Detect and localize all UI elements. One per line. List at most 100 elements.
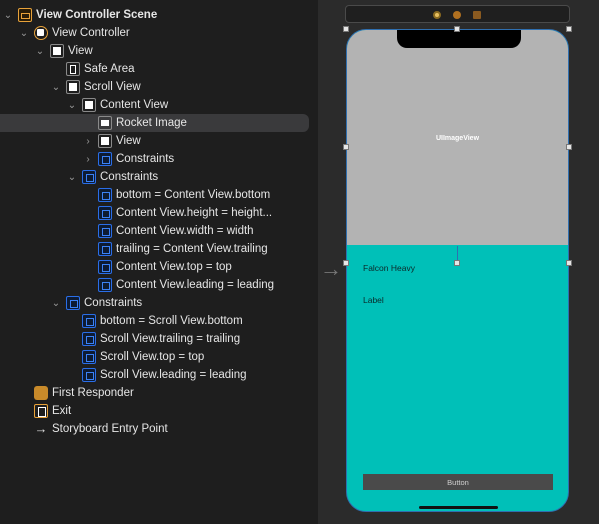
chevron-down-icon[interactable]: ⌄ (66, 100, 78, 111)
outline-item[interactable]: ⌄ Content View (0, 96, 318, 114)
constraints-icon (66, 296, 80, 310)
outline-item-label: View Controller (52, 27, 130, 39)
title-label[interactable]: Falcon Heavy (363, 263, 415, 273)
home-indicator (419, 506, 498, 509)
outline-item[interactable]: ⌄ View Controller (0, 24, 318, 42)
outline-item[interactable]: ›bottom = Content View.bottom (0, 186, 318, 204)
outline-item-label: View (116, 135, 141, 147)
outline-item[interactable]: ›Safe Area (0, 60, 318, 78)
outline-item[interactable]: ⌄ Scroll View (0, 78, 318, 96)
rocket-image-view[interactable]: UIImageView (347, 30, 568, 245)
outline-item[interactable]: ›Content View.top = top (0, 258, 318, 276)
document-outline: ⌄ View Controller Scene ⌄ View Controller ⌄ V… (0, 0, 318, 524)
outline-item[interactable]: ›Scroll View.leading = leading (0, 366, 318, 384)
chevron-down-icon[interactable]: ⌄ (2, 10, 14, 21)
view-icon (82, 98, 96, 112)
outline-item-label: Safe Area (84, 63, 135, 75)
outline-item[interactable]: ›Content View.width = width (0, 222, 318, 240)
outline-item-label: Constraints (84, 297, 143, 309)
view-icon (50, 44, 64, 58)
outline-item-label: Content View.width = width (116, 225, 254, 237)
chevron-down-icon[interactable]: ⌄ (50, 82, 62, 93)
constraint-icon (82, 314, 96, 328)
resize-handle-left[interactable] (343, 144, 349, 150)
action-button[interactable]: Button (363, 474, 553, 490)
view-icon (98, 134, 112, 148)
outline-item-label: Scroll View.top = top (100, 351, 205, 363)
outline-item-label: First Responder (52, 387, 134, 399)
entry-arrow-icon: → (34, 421, 48, 436)
outline-item[interactable]: ›Rocket Image (0, 114, 318, 132)
resize-handle-bottom-right[interactable] (566, 260, 572, 266)
outline-item[interactable]: ›trailing = Content View.trailing (0, 240, 318, 258)
outline-item-label: Content View.top = top (116, 261, 232, 273)
outline-item-label: View Controller Scene (36, 9, 158, 21)
outline-item[interactable]: ⌄ Constraints (0, 168, 318, 186)
resize-handle-top[interactable] (454, 26, 460, 32)
entry-point-arrow-icon: → (320, 256, 342, 281)
outline-item[interactable]: ⌄ View Controller Scene (0, 6, 318, 24)
constraints-icon (82, 170, 96, 184)
outline-item[interactable]: ›Scroll View.trailing = trailing (0, 330, 318, 348)
constraint-icon (82, 368, 96, 382)
outline-item[interactable]: ›Content View.height = height... (0, 204, 318, 222)
resize-handle-bottom-left[interactable] (343, 260, 349, 266)
outline-item-label: bottom = Scroll View.bottom (100, 315, 243, 327)
outline-item-label: Content View.height = height... (116, 207, 273, 219)
scroll-view-icon (66, 80, 80, 94)
outline-item-label: Exit (52, 405, 72, 417)
first-responder-icon (34, 386, 48, 400)
outline-item[interactable]: ⌄ View (0, 42, 318, 60)
resize-handle-top-left[interactable] (343, 26, 349, 32)
outline-item-label: Scroll View (84, 81, 141, 93)
exit-dock-icon[interactable] (473, 11, 481, 19)
outline-item-label: Scroll View.trailing = trailing (100, 333, 241, 345)
outline-item-label: trailing = Content View.trailing (116, 243, 268, 255)
chevron-down-icon[interactable]: ⌄ (66, 172, 78, 183)
outline-item[interactable]: ⌄ Constraints (0, 294, 318, 312)
outline-item-label: Constraints (100, 171, 159, 183)
constraint-icon (98, 224, 112, 238)
outline-item[interactable]: ›Scroll View.top = top (0, 348, 318, 366)
constraint-icon (98, 206, 112, 220)
outline-item-label: Rocket Image (116, 117, 187, 129)
view-controller-canvas[interactable]: UIImageView Falcon Heavy Label Button (346, 29, 569, 512)
outline-item[interactable]: ›Content View.leading = leading (0, 276, 318, 294)
image-view-placeholder-label: UIImageView (435, 135, 480, 142)
constraint-icon (82, 350, 96, 364)
chevron-right-icon[interactable]: › (82, 154, 94, 165)
constraint-icon (98, 278, 112, 292)
outline-item[interactable]: ›Exit (0, 402, 318, 420)
resize-handle-top-right[interactable] (566, 26, 572, 32)
safe-area-icon (66, 62, 80, 76)
resize-handle-right[interactable] (566, 144, 572, 150)
constraint-icon (98, 188, 112, 202)
constraint-icon (98, 242, 112, 256)
constraint-icon (82, 332, 96, 346)
outline-item[interactable]: ›→Storyboard Entry Point (0, 420, 318, 438)
scene-dock (345, 5, 570, 23)
outline-item[interactable]: › Constraints (0, 150, 318, 168)
outline-item-label: Scroll View.leading = leading (100, 369, 247, 381)
view-controller-icon (34, 26, 48, 40)
resize-handle-bottom[interactable] (454, 260, 460, 266)
chevron-down-icon[interactable]: ⌄ (34, 46, 46, 57)
outline-item[interactable]: › View (0, 132, 318, 150)
scene-icon (18, 8, 32, 22)
chevron-right-icon[interactable]: › (82, 136, 94, 147)
outline-item-label: Content View (100, 99, 169, 111)
outline-item[interactable]: ›First Responder (0, 384, 318, 402)
chevron-down-icon[interactable]: ⌄ (18, 28, 30, 39)
outline-item-label: Content View.leading = leading (116, 279, 275, 291)
outline-item[interactable]: ›bottom = Scroll View.bottom (0, 312, 318, 330)
chevron-down-icon[interactable]: ⌄ (50, 298, 62, 309)
image-view-icon (98, 116, 112, 130)
outline-item-label: Storyboard Entry Point (52, 423, 168, 435)
exit-icon (34, 404, 48, 418)
view-controller-dock-icon[interactable] (433, 11, 441, 19)
first-responder-dock-icon[interactable] (453, 11, 461, 19)
detail-label[interactable]: Label (363, 295, 384, 305)
outline-item-label: bottom = Content View.bottom (116, 189, 271, 201)
device-notch (397, 30, 521, 48)
constraint-icon (98, 260, 112, 274)
